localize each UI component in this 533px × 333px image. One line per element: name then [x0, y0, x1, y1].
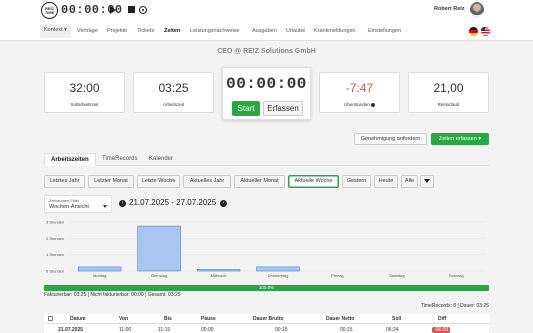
- col-dauer-brutto[interactable]: Dauer Brutto: [253, 316, 284, 322]
- progress-bar: 100.0%: [44, 285, 489, 291]
- y-tick-label: 2 Stunden: [46, 236, 64, 241]
- select-all-checkbox[interactable]: [48, 316, 53, 321]
- y-tick-label: 3 Stunden: [46, 220, 64, 225]
- x-tick-label: Montag: [93, 273, 106, 278]
- chart-bar-dienstag: [137, 225, 181, 272]
- col-von[interactable]: Von: [119, 316, 128, 322]
- fakturierbar-summary: Fakturierbar: 03:25 | Nicht fakturierbar…: [44, 292, 181, 298]
- col-bis[interactable]: Bis: [164, 316, 172, 322]
- y-tick-label: 1 Stunden: [46, 252, 64, 257]
- work-hours-chart: 0 Stunden 1 Stunden 2 Stunden 3 Stunden Mont…: [46, 220, 486, 278]
- x-tick-label: Donnerstag: [268, 273, 289, 278]
- table-header: Datum Von Bis Pause Dauer Brutto Dauer N…: [44, 314, 489, 324]
- chart-bar-mittwoch: [196, 269, 241, 272]
- col-diff[interactable]: Diff: [438, 316, 446, 322]
- table-row[interactable]: 21.07.2025 11:00 11:15 00:00 00:15 00:15…: [44, 324, 489, 333]
- x-tick-label: Sonntag: [449, 273, 464, 278]
- chart-bar-donnerstag: [256, 266, 300, 272]
- x-tick-label: Freitag: [331, 273, 343, 278]
- chart-bar-montag: [78, 266, 122, 272]
- x-tick-label: Dienstag: [151, 273, 167, 278]
- y-tick-label: 0 Stunden: [46, 269, 64, 274]
- col-dauer-netto[interactable]: Dauer Netto: [326, 316, 354, 322]
- x-tick-label: Mittwoch: [211, 273, 227, 278]
- col-pause[interactable]: Pause: [201, 316, 216, 322]
- timerecords-summary: TimeRecords: 8 | Dauer: 03:25: [420, 303, 489, 309]
- col-soll[interactable]: Soll: [392, 316, 401, 322]
- x-tick-label: Samstag: [389, 273, 405, 278]
- col-datum[interactable]: Datum: [70, 316, 86, 322]
